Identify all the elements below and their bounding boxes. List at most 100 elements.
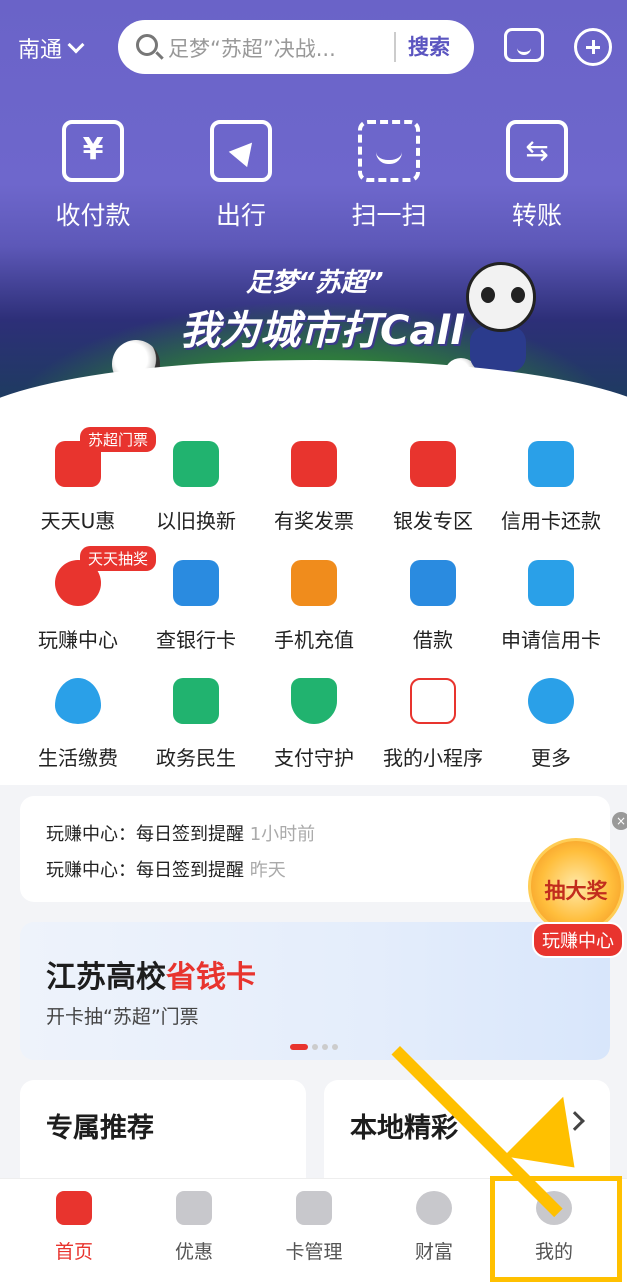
service-label: 生活缴费 (38, 746, 118, 770)
service-label: 借款 (413, 628, 453, 652)
service-label: 申请信用卡 (501, 628, 601, 652)
tab-label: 卡管理 (285, 1241, 343, 1263)
service-label: 支付守护 (274, 746, 354, 770)
service-item[interactable]: 天天抽奖 玩赚中心 (16, 546, 157, 653)
service-item[interactable]: 借款 (371, 560, 495, 653)
service-label: 更多 (531, 746, 571, 770)
search-bar[interactable]: 足梦“苏超”决战... 搜索 (118, 20, 474, 74)
service-item[interactable]: 苏超门票 天天U惠 (16, 427, 157, 534)
city-label: 南通 (18, 38, 63, 63)
wheel-text: 抽大奖 (544, 879, 608, 903)
quick-action-scan[interactable]: 扫一扫 (334, 120, 444, 232)
quick-action-travel[interactable]: 出行 (186, 120, 296, 232)
quick-action-label: 出行 (215, 201, 266, 230)
panda-mascot-icon (466, 262, 536, 332)
more-grid-icon (528, 678, 574, 724)
home-icon (56, 1191, 92, 1225)
floating-tag[interactable]: 玩赚中心 (532, 922, 624, 958)
shield-check-icon (291, 678, 337, 724)
close-icon[interactable]: × (612, 812, 627, 830)
credit-repay-icon (528, 441, 574, 487)
scan-icon (358, 120, 420, 182)
quick-action-pay[interactable]: 收付款 (38, 120, 148, 232)
wealth-icon (416, 1191, 452, 1225)
card-title: 专属推荐 (46, 1113, 154, 1144)
service-label: 我的小程序 (383, 746, 483, 770)
tab-offers[interactable]: 优惠 (134, 1191, 254, 1264)
service-item[interactable]: 查银行卡 (134, 560, 258, 653)
tab-label: 首页 (54, 1241, 93, 1263)
service-item[interactable]: 手机充值 (252, 560, 376, 653)
service-item[interactable]: 我的小程序 (371, 678, 495, 771)
carousel-dot-active (290, 1044, 308, 1050)
quick-action-transfer[interactable]: 转账 (482, 120, 592, 232)
transfer-icon (506, 120, 568, 182)
service-label: 天天U惠 (40, 509, 116, 533)
service-label: 政务民生 (156, 746, 236, 770)
loan-icon (410, 560, 456, 606)
notification-row[interactable]: 玩赚中心：每日签到提醒 1小时前 (46, 820, 315, 846)
message-icon[interactable] (504, 28, 544, 62)
service-item[interactable]: 有奖发票 (252, 441, 376, 534)
service-item[interactable]: 申请信用卡 (489, 560, 613, 653)
top-bar: 南通 足梦“苏超”决战... 搜索 (0, 18, 627, 76)
banner-title-large[interactable]: 我为城市打Call (180, 298, 464, 356)
service-item[interactable]: 信用卡还款 (489, 441, 613, 534)
card-title: 本地精彩 (350, 1113, 458, 1144)
search-divider (394, 32, 396, 62)
service-item[interactable]: 生活缴费 (16, 678, 140, 771)
invoice-draw-icon (291, 441, 337, 487)
mini-program-icon (410, 678, 456, 724)
carousel-dots (290, 1044, 338, 1050)
notification-time: 1小时前 (249, 824, 316, 845)
add-icon[interactable] (574, 28, 612, 66)
service-label: 查银行卡 (156, 628, 236, 652)
annotation-highlight-box (490, 1176, 622, 1282)
phone-recharge-icon (291, 560, 337, 606)
coupon-icon (176, 1191, 212, 1225)
service-item[interactable]: 支付守护 (252, 678, 376, 771)
silver-zone-icon (410, 441, 456, 487)
promo-title-a: 江苏高校 (46, 960, 166, 995)
notification-card[interactable]: 玩赚中心：每日签到提醒 1小时前 玩赚中心：每日签到提醒 昨天 (20, 796, 610, 902)
tab-home[interactable]: 首页 (14, 1191, 134, 1264)
services-grid: 苏超门票 天天U惠 以旧换新 有奖发票 银发专区 信用卡还款 天天抽奖 玩赚中心… (0, 405, 627, 785)
tab-cards[interactable]: 卡管理 (254, 1191, 374, 1264)
lucky-wheel-icon[interactable]: 抽大奖 (528, 838, 624, 934)
service-label: 信用卡还款 (501, 509, 601, 533)
carousel-dot (312, 1044, 318, 1050)
notification-row[interactable]: 玩赚中心：每日签到提醒 昨天 (46, 856, 286, 882)
promo-subtitle: 开卡抽“苏超”门票 (46, 1006, 199, 1028)
card-icon (296, 1191, 332, 1225)
service-item[interactable]: 银发专区 (371, 441, 495, 534)
carousel-dot (332, 1044, 338, 1050)
home-heart-icon (173, 678, 219, 724)
service-item[interactable]: 以旧换新 (134, 441, 258, 534)
banner-title-small[interactable]: 足梦“苏超” (246, 262, 384, 299)
mascot-body (470, 326, 526, 372)
tab-wealth[interactable]: 财富 (374, 1191, 494, 1264)
service-label: 手机充值 (274, 628, 354, 652)
promo-title: 江苏高校省钱卡 (46, 952, 256, 996)
quick-action-label: 扫一扫 (351, 201, 427, 230)
navigation-icon (210, 120, 272, 182)
carousel-dot (322, 1044, 328, 1050)
apply-card-icon (528, 560, 574, 606)
search-icon (136, 34, 158, 56)
trade-in-icon (173, 441, 219, 487)
service-label: 银发专区 (393, 509, 473, 533)
tab-label: 优惠 (174, 1241, 213, 1263)
yuan-qr-icon (62, 120, 124, 182)
service-item[interactable]: 更多 (489, 678, 613, 771)
service-item[interactable]: 政务民生 (134, 678, 258, 771)
notification-time: 昨天 (249, 860, 286, 881)
notification-text: 玩赚中心：每日签到提醒 (46, 824, 244, 845)
city-selector[interactable]: 南通 (18, 32, 85, 64)
quick-action-label: 转账 (511, 201, 562, 230)
service-label: 以旧换新 (156, 509, 236, 533)
search-placeholder[interactable]: 足梦“苏超”决战... (168, 33, 398, 63)
notification-text: 玩赚中心：每日签到提醒 (46, 860, 244, 881)
promo-banner[interactable]: 江苏高校省钱卡 开卡抽“苏超”门票 (20, 922, 610, 1060)
search-button[interactable]: 搜索 (408, 31, 450, 61)
water-drop-icon (55, 678, 101, 724)
